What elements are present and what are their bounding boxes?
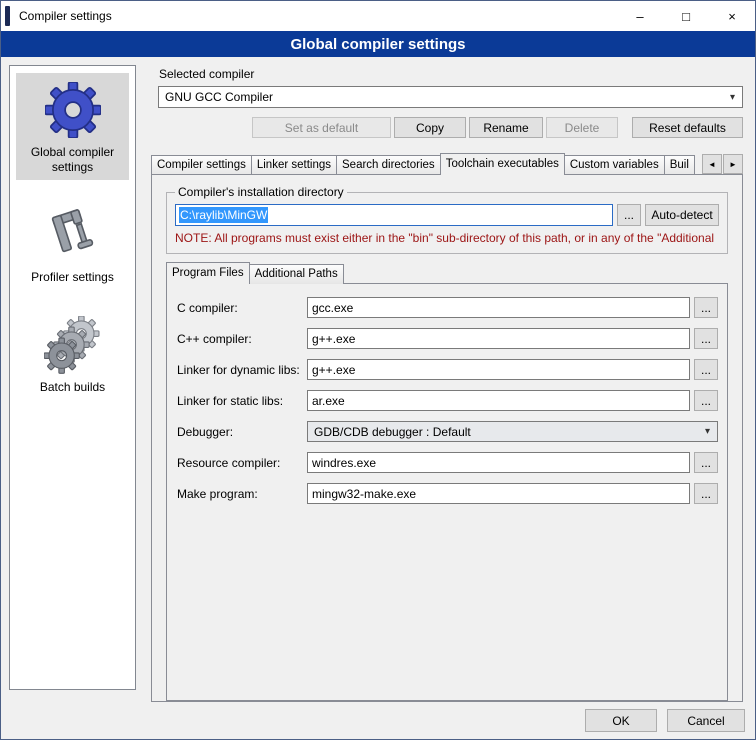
- delete-button: Delete: [546, 117, 618, 138]
- cpp-compiler-browse-button[interactable]: ...: [694, 328, 718, 349]
- form-row: Make program: ...: [177, 483, 718, 504]
- make-program-input[interactable]: [307, 483, 690, 504]
- tab-scrollers: ◄ ►: [701, 154, 743, 174]
- cpp-compiler-label: C++ compiler:: [177, 332, 307, 346]
- linker-static-label: Linker for static libs:: [177, 394, 307, 408]
- subtab-program-files[interactable]: Program Files: [166, 262, 250, 284]
- ok-button[interactable]: OK: [585, 709, 657, 732]
- form-row: Linker for static libs: ...: [177, 390, 718, 411]
- form-row: C compiler: ...: [177, 297, 718, 318]
- chevron-down-icon: ▾: [700, 426, 715, 437]
- linker-dynamic-label: Linker for dynamic libs:: [177, 363, 307, 377]
- tab-build-options[interactable]: Buil: [664, 155, 695, 175]
- linker-static-browse-button[interactable]: ...: [694, 390, 718, 411]
- stacked-gears-icon: [18, 315, 127, 375]
- form-row: C++ compiler: ...: [177, 328, 718, 349]
- c-compiler-browse-button[interactable]: ...: [694, 297, 718, 318]
- selected-compiler-label: Selected compiler: [159, 67, 743, 81]
- tab-compiler-settings[interactable]: Compiler settings: [151, 155, 252, 175]
- sidebar-item-label: Global compiler settings: [18, 145, 127, 175]
- main-area: Selected compiler GNU GCC Compiler ▾ Set…: [151, 61, 743, 702]
- blue-gear-icon: [18, 80, 127, 140]
- dialog-footer: OK Cancel: [585, 709, 745, 732]
- app-icon: [5, 6, 10, 26]
- tab-linker-settings[interactable]: Linker settings: [251, 155, 337, 175]
- c-compiler-input[interactable]: [307, 297, 690, 318]
- install-dir-group-title: Compiler's installation directory: [175, 185, 347, 199]
- install-dir-input[interactable]: C:\raylib\MinGW: [175, 204, 613, 226]
- selected-compiler-dropdown[interactable]: GNU GCC Compiler ▾: [158, 86, 743, 108]
- install-dir-groupbox: Compiler's installation directory C:\ray…: [166, 185, 728, 254]
- linker-dynamic-input[interactable]: [307, 359, 690, 380]
- rename-button[interactable]: Rename: [469, 117, 543, 138]
- clamp-tool-icon: [18, 205, 127, 265]
- subtab-additional-paths[interactable]: Additional Paths: [249, 264, 344, 284]
- resource-compiler-browse-button[interactable]: ...: [694, 452, 718, 473]
- compiler-actions-row: Set as default Copy Rename Delete Reset …: [158, 117, 743, 138]
- cpp-compiler-input[interactable]: [307, 328, 690, 349]
- sidebar-item-global-compiler-settings[interactable]: Global compiler settings: [16, 73, 129, 180]
- tab-toolchain-executables[interactable]: Toolchain executables: [440, 153, 565, 175]
- linker-dynamic-browse-button[interactable]: ...: [694, 359, 718, 380]
- resource-compiler-input[interactable]: [307, 452, 690, 473]
- compiler-settings-dialog: Compiler settings – □ × Global compiler …: [0, 0, 756, 740]
- resource-compiler-label: Resource compiler:: [177, 456, 307, 470]
- program-files-panel: C compiler: ... C++ compiler: ... Linker…: [166, 283, 728, 701]
- spacer: [158, 117, 249, 138]
- maximize-button[interactable]: □: [663, 1, 709, 31]
- install-dir-row: C:\raylib\MinGW ... Auto-detect: [175, 204, 719, 226]
- set-as-default-button: Set as default: [252, 117, 391, 138]
- tab-scroll-left-button[interactable]: ◄: [702, 154, 722, 174]
- copy-button[interactable]: Copy: [394, 117, 466, 138]
- debugger-label: Debugger:: [177, 425, 307, 439]
- debugger-value: GDB/CDB debugger : Default: [314, 425, 471, 439]
- form-row: Linker for dynamic libs: ...: [177, 359, 718, 380]
- linker-static-input[interactable]: [307, 390, 690, 411]
- sidebar-item-profiler-settings[interactable]: Profiler settings: [16, 198, 129, 290]
- cancel-button[interactable]: Cancel: [667, 709, 745, 732]
- reset-defaults-button[interactable]: Reset defaults: [632, 117, 743, 138]
- toolchain-executables-panel: Compiler's installation directory C:\ray…: [151, 174, 743, 702]
- tab-strip: Compiler settings Linker settings Search…: [151, 153, 743, 175]
- title-bar[interactable]: Compiler settings – □ ×: [1, 1, 755, 31]
- make-program-browse-button[interactable]: ...: [694, 483, 718, 504]
- minimize-button[interactable]: –: [617, 1, 663, 31]
- close-button[interactable]: ×: [709, 1, 755, 31]
- sidebar-item-label: Profiler settings: [18, 270, 127, 285]
- install-dir-browse-button[interactable]: ...: [617, 204, 641, 226]
- sidebar-item-batch-builds[interactable]: Batch builds: [16, 308, 129, 400]
- selected-compiler-value: GNU GCC Compiler: [165, 90, 273, 104]
- sidebar-item-label: Batch builds: [18, 380, 127, 395]
- sub-tab-strip: Program Files Additional Paths: [166, 263, 742, 284]
- install-dir-value: C:\raylib\MinGW: [179, 207, 268, 223]
- make-program-label: Make program:: [177, 487, 307, 501]
- debugger-dropdown[interactable]: GDB/CDB debugger : Default ▾: [307, 421, 718, 442]
- tab-scroll-right-button[interactable]: ►: [723, 154, 743, 174]
- form-row: Debugger: GDB/CDB debugger : Default ▾: [177, 421, 718, 442]
- install-dir-note: NOTE: All programs must exist either in …: [175, 231, 719, 245]
- settings-sidebar: Global compiler settings Profiler settin…: [9, 65, 136, 690]
- window-controls: – □ ×: [617, 1, 755, 31]
- page-title: Global compiler settings: [1, 31, 755, 57]
- tab-custom-variables[interactable]: Custom variables: [564, 155, 665, 175]
- window-title: Compiler settings: [19, 9, 112, 23]
- chevron-down-icon: ▾: [725, 92, 740, 103]
- form-row: Resource compiler: ...: [177, 452, 718, 473]
- auto-detect-button[interactable]: Auto-detect: [645, 204, 719, 226]
- c-compiler-label: C compiler:: [177, 301, 307, 315]
- tab-search-directories[interactable]: Search directories: [336, 155, 441, 175]
